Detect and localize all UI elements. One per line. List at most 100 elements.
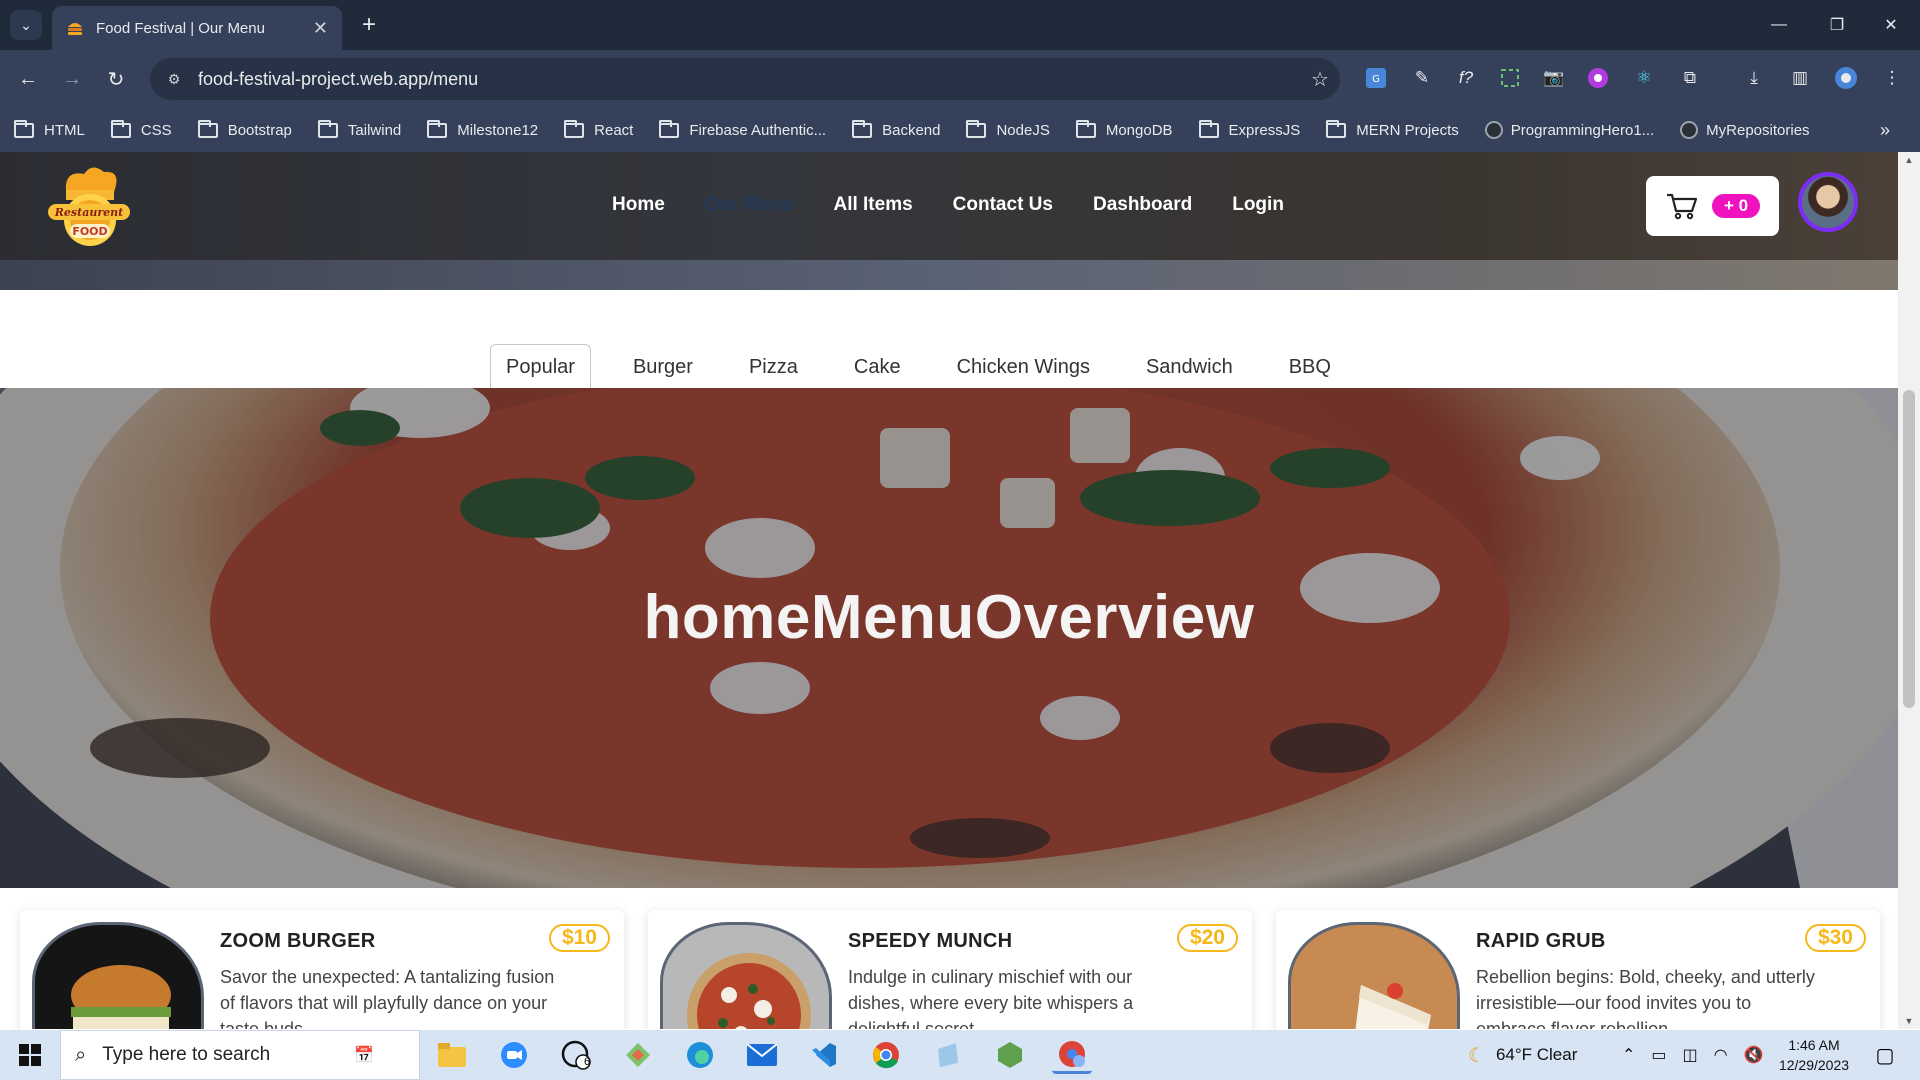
bookmark-star-icon[interactable]: ☆ [1300,67,1340,92]
user-avatar[interactable] [1798,172,1858,232]
chrome-menu-icon[interactable]: ⋮ [1878,64,1906,92]
nav-login[interactable]: Login [1232,194,1284,216]
item-price: $10 [548,924,610,952]
chrome-icon[interactable] [866,1036,906,1074]
scroll-down-arrow-icon[interactable]: ▼ [1898,1013,1920,1029]
system-tray: ⌃ ▭ ◫ ◠ 🔇 [1622,1030,1764,1080]
nav-home[interactable]: Home [612,194,665,216]
wifi-icon[interactable]: ◠ [1714,1045,1728,1065]
tab-cake[interactable]: Cake [826,344,929,390]
bookmark-folder[interactable]: Bootstrap [197,119,292,139]
translate-icon[interactable]: G [1362,64,1390,92]
bookmark-folder[interactable]: NodeJS [966,119,1050,139]
github-icon [1680,121,1699,139]
burger-image [32,922,204,1029]
header-banner-strip [0,260,1898,290]
item-price: $20 [1176,924,1238,952]
menu-item-card[interactable]: RAPID GRUB $30 Rebellion begins: Bold, c… [1276,910,1880,1029]
tab-sandwich[interactable]: Sandwich [1118,344,1261,390]
calendar-widget-icon[interactable]: 📅 [344,1036,384,1074]
bookmark-folder[interactable]: Tailwind [317,119,401,139]
tab-search-button[interactable]: ⌄ [10,10,42,40]
menu-item-card[interactable]: ZOOM BURGER $10 Savor the unexpected: A … [20,910,624,1029]
volume-mute-icon[interactable]: 🔇 [1744,1045,1764,1065]
profile-icon[interactable] [1832,64,1860,92]
restore-icon[interactable]: ❐ [1808,0,1866,50]
bookmark-folder[interactable]: Firebase Authentic... [659,119,826,139]
bookmark-folder[interactable]: Backend [852,119,940,139]
podcast-icon[interactable] [1584,64,1612,92]
mail-icon[interactable] [742,1036,782,1074]
search-icon: ⌕ [75,1043,87,1066]
zoom-icon[interactable] [494,1036,534,1074]
camera-icon[interactable]: 📷 [1540,64,1568,92]
item-description: Savor the unexpected: A tantalizing fusi… [220,967,555,1029]
download-icon[interactable]: ⤓ [1740,64,1768,92]
browser-tab-active[interactable]: Food Festival | Our Menu ✕ [52,6,342,50]
address-bar[interactable]: ⚙ food-festival-project.web.app/menu ☆ [150,58,1340,100]
windows-start-icon[interactable] [0,1030,60,1080]
tab-pizza[interactable]: Pizza [721,344,826,390]
screenshot-icon[interactable] [1496,64,1524,92]
back-arrow-icon[interactable]: ← [12,63,44,95]
search-placeholder: Type here to search [102,1044,271,1065]
item-name: RAPID GRUB [1476,930,1606,952]
bookmark-folder[interactable]: Milestone12 [427,119,538,139]
url-text[interactable]: food-festival-project.web.app/menu [198,69,1300,90]
close-tab-icon[interactable]: ✕ [313,18,328,39]
page-scrollbar[interactable]: ▲ ▼ [1898,152,1920,1029]
svg-text:FOOD: FOOD [72,225,107,238]
react-icon[interactable]: ⚛ [1630,64,1658,92]
nav-all-items[interactable]: All Items [833,194,912,216]
system-clock[interactable]: 1:46 AM 12/29/2023 [1770,1035,1858,1075]
puzzle-icon[interactable]: ⧉ [1676,64,1704,92]
notification-icon[interactable]: ▢ [1870,1040,1900,1070]
bookmark-folder[interactable]: React [564,119,633,139]
scroll-up-arrow-icon[interactable]: ▲ [1898,152,1920,168]
meet-now-icon[interactable]: ◫ [1683,1045,1698,1065]
notes-app-icon[interactable] [928,1036,968,1074]
git-app-icon[interactable] [618,1036,658,1074]
nav-contact-us[interactable]: Contact Us [953,194,1053,216]
edge-icon[interactable] [680,1036,720,1074]
function-icon[interactable]: f? [1452,64,1480,92]
folder-icon [110,119,131,138]
bookmark-github[interactable]: ProgrammingHero1... [1484,121,1654,139]
bookmark-folder[interactable]: MongoDB [1075,119,1173,139]
restaurant-logo[interactable]: Restaurent FOOD [44,162,134,248]
site-info-icon[interactable]: ⚙ [164,69,184,89]
bookmark-folder[interactable]: MERN Projects [1326,119,1459,139]
clock-date: 12/29/2023 [1778,1057,1850,1073]
vscode-icon[interactable] [804,1036,844,1074]
node-app-icon[interactable] [990,1036,1030,1074]
menu-item-card[interactable]: SPEEDY MUNCH $20 Indulge in culinary mis… [648,910,1252,1029]
minimize-icon[interactable]: — [1750,0,1808,50]
forward-arrow-icon[interactable]: → [56,63,88,95]
bookmark-folder[interactable]: ExpressJS [1198,119,1300,139]
battery-icon[interactable]: ▭ [1651,1045,1666,1065]
cart-button[interactable]: + 0 [1646,176,1779,236]
tab-popular[interactable]: Popular [490,344,591,390]
folder-icon [1198,119,1219,138]
side-panel-icon[interactable]: ▥ [1786,64,1814,92]
nav-our-menu[interactable]: Our Menu [705,194,794,216]
reload-icon[interactable]: ↻ [100,63,132,95]
chevron-up-icon[interactable]: ⌃ [1622,1045,1635,1065]
close-window-icon[interactable]: ✕ [1862,0,1920,50]
new-tab-button[interactable]: + [354,10,384,40]
weather-widget[interactable]: ☾ 64°F Clear [1468,1030,1577,1080]
scrollbar-thumb[interactable] [1903,390,1915,708]
chrome-profile-icon[interactable] [1052,1036,1092,1074]
nav-dashboard[interactable]: Dashboard [1093,194,1192,216]
tab-bbq[interactable]: BBQ [1261,344,1359,390]
tab-burger[interactable]: Burger [605,344,721,390]
hero-title: homeMenuOverview [643,583,1255,652]
bookmark-folder[interactable]: HTML [14,119,85,139]
bookmark-folder[interactable]: CSS [110,119,172,139]
eyedropper-icon[interactable]: ✎ [1408,64,1436,92]
whatsapp-icon[interactable]: 6 [556,1036,596,1074]
more-bookmarks-icon[interactable]: » [1880,120,1890,141]
tab-chicken-wings[interactable]: Chicken Wings [929,344,1118,390]
file-explorer-icon[interactable] [432,1036,472,1074]
bookmark-github[interactable]: MyRepositories [1680,121,1810,139]
